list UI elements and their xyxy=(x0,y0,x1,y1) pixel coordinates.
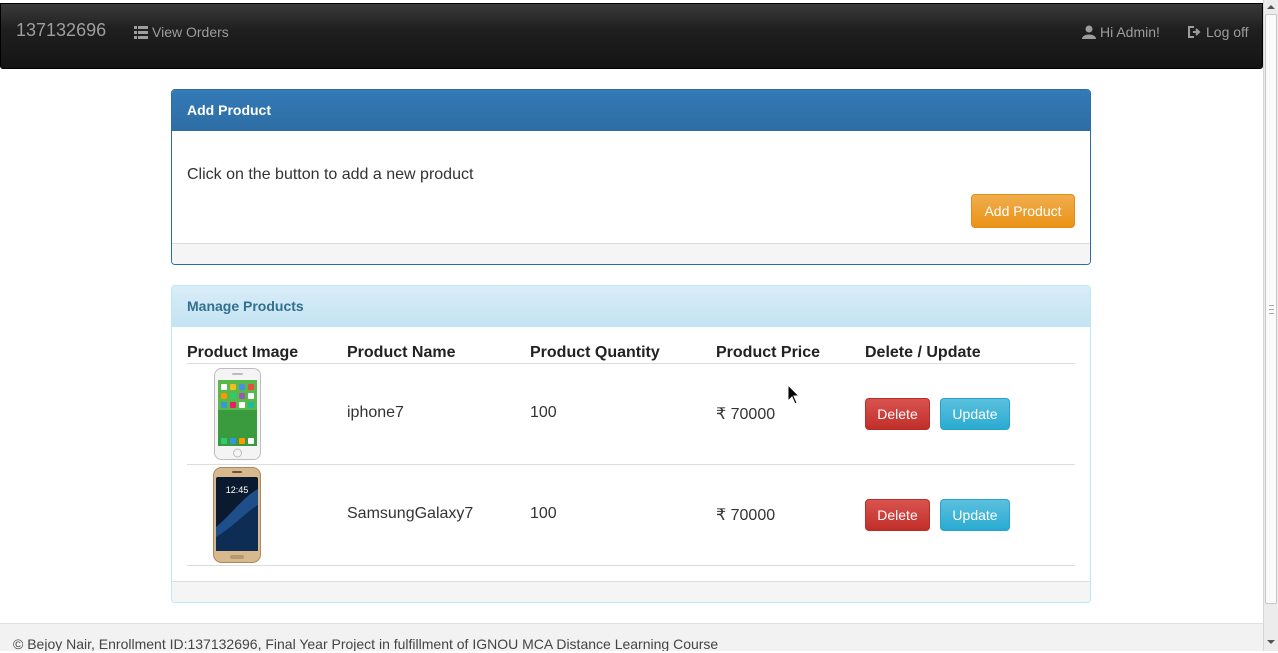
product-price-cell: ₹ 70000 xyxy=(716,406,776,423)
add-product-description: Click on the button to add a new product xyxy=(187,166,474,183)
manage-products-heading: Manage Products xyxy=(172,286,1090,327)
scroll-down-arrow-icon[interactable] xyxy=(1264,635,1278,649)
table-header-divider xyxy=(187,363,1075,364)
iphone-image xyxy=(214,368,261,464)
product-price-cell: ₹ 70000 xyxy=(716,507,776,524)
add-product-button[interactable]: Add Product xyxy=(971,194,1075,228)
update-button[interactable]: Update xyxy=(940,499,1010,531)
add-product-heading: Add Product xyxy=(172,90,1090,131)
table-bottom-divider xyxy=(187,565,1075,566)
column-header-actions: Delete / Update xyxy=(865,344,981,361)
logout-icon xyxy=(1187,25,1202,39)
column-header-quantity: Product Quantity xyxy=(530,344,660,361)
table-row-divider xyxy=(187,464,1075,465)
user-icon xyxy=(1082,25,1096,39)
footer-text: © Bejoy Nair, Enrollment ID:137132696, F… xyxy=(13,636,719,651)
view-orders-link[interactable]: View Orders xyxy=(134,24,229,40)
page-footer: © Bejoy Nair, Enrollment ID:137132696, F… xyxy=(0,623,1263,651)
product-name-cell: iphone7 xyxy=(347,404,404,421)
scrollbar-thumb[interactable] xyxy=(1265,14,1277,604)
manage-products-panel-footer xyxy=(172,581,1090,602)
manage-products-panel: Manage Products Product Image Product Na… xyxy=(171,285,1091,603)
navbar-brand[interactable]: 137132696 xyxy=(16,20,106,41)
logoff-label: Log off xyxy=(1206,24,1249,40)
scroll-up-arrow-icon[interactable] xyxy=(1264,0,1278,14)
column-header-image: Product Image xyxy=(187,344,299,361)
update-button[interactable]: Update xyxy=(940,398,1010,430)
logoff-link[interactable]: Log off xyxy=(1187,24,1249,40)
user-greeting-link[interactable]: Hi Admin! xyxy=(1082,24,1160,40)
product-quantity-cell: 100 xyxy=(530,404,557,421)
svg-text:12:45: 12:45 xyxy=(226,485,249,495)
delete-button[interactable]: Delete xyxy=(865,499,930,531)
delete-button[interactable]: Delete xyxy=(865,398,930,430)
column-header-name: Product Name xyxy=(347,344,456,361)
top-navbar: 137132696 View Orders Hi Admin! Log off xyxy=(0,3,1263,69)
product-name-cell: SamsungGalaxy7 xyxy=(347,505,474,522)
scrollbar-grip-icon xyxy=(1269,305,1274,314)
column-header-price: Product Price xyxy=(716,344,821,361)
samsung-galaxy-image: 12:45 xyxy=(213,467,261,567)
vertical-scrollbar[interactable] xyxy=(1263,0,1278,651)
add-product-panel-footer xyxy=(172,243,1090,264)
view-orders-label: View Orders xyxy=(152,24,229,40)
product-quantity-cell: 100 xyxy=(530,505,557,522)
add-product-panel: Add Product Click on the button to add a… xyxy=(171,89,1091,265)
greeting-label: Hi Admin! xyxy=(1100,24,1160,40)
mouse-cursor-icon xyxy=(787,383,801,410)
list-icon xyxy=(134,25,148,39)
